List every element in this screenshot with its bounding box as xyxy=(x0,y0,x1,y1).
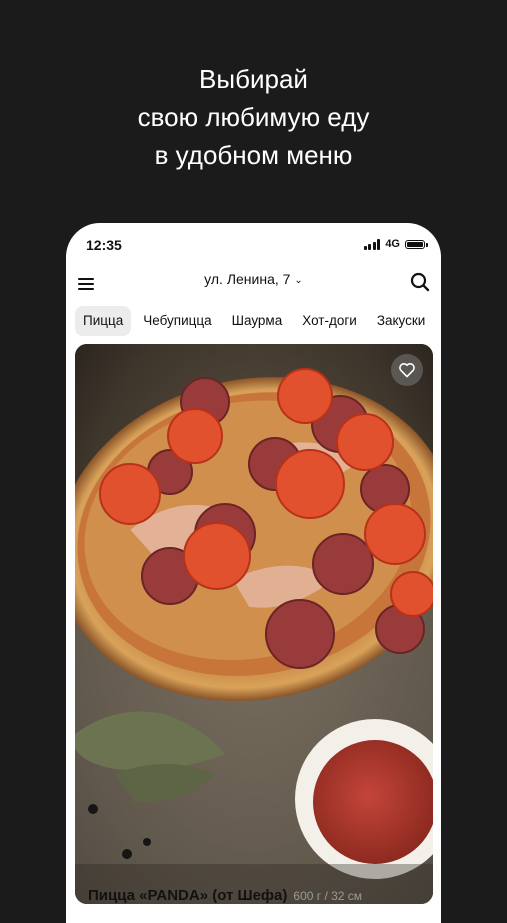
tab-pizza[interactable]: Пицца xyxy=(75,306,132,336)
app-header: ул. Ленина, 7 ⌄ xyxy=(66,265,441,305)
status-indicators: 4G xyxy=(363,238,428,250)
tab-shawarma[interactable]: Шаурма xyxy=(224,306,291,336)
product-info: Пицца «PANDA» (от Шефа) 600 г / 32 см xyxy=(88,887,428,907)
heart-icon xyxy=(399,363,415,378)
status-bar: 12:35 4G xyxy=(66,223,441,265)
tab-hotdogs[interactable]: Хот-доги xyxy=(294,306,365,336)
pizza-photo xyxy=(75,344,433,904)
product-weight-size: 600 г / 32 см xyxy=(293,889,363,903)
promo-headline: Выбирай свою любимую еду в удобном меню xyxy=(0,60,507,174)
address-label: ул. Ленина, 7 xyxy=(204,271,291,287)
status-time: 12:35 xyxy=(86,237,122,253)
network-label: 4G xyxy=(385,238,400,250)
tab-snacks[interactable]: Закуски xyxy=(369,306,434,336)
signal-icon xyxy=(363,238,381,250)
phone-screen: 12:35 4G ул. Ленина, 7 ⌄ Пицца Чебупицца … xyxy=(66,223,441,923)
battery-icon xyxy=(405,239,428,249)
address-selector[interactable]: ул. Ленина, 7 ⌄ xyxy=(66,271,441,287)
product-card[interactable] xyxy=(75,344,433,904)
category-tabs: Пицца Чебупицца Шаурма Хот-доги Закуски xyxy=(75,306,441,336)
product-title: Пицца «PANDA» (от Шефа) xyxy=(88,887,288,904)
promo-line-2: свою любимую еду xyxy=(137,102,370,132)
promo-line-1: Выбирай xyxy=(199,64,308,94)
tab-chebupizza[interactable]: Чебупицца xyxy=(135,306,219,336)
favorite-button[interactable] xyxy=(391,354,423,386)
search-icon[interactable] xyxy=(409,271,431,293)
promo-line-3: в удобном меню xyxy=(154,140,353,170)
chevron-down-icon: ⌄ xyxy=(294,275,303,286)
